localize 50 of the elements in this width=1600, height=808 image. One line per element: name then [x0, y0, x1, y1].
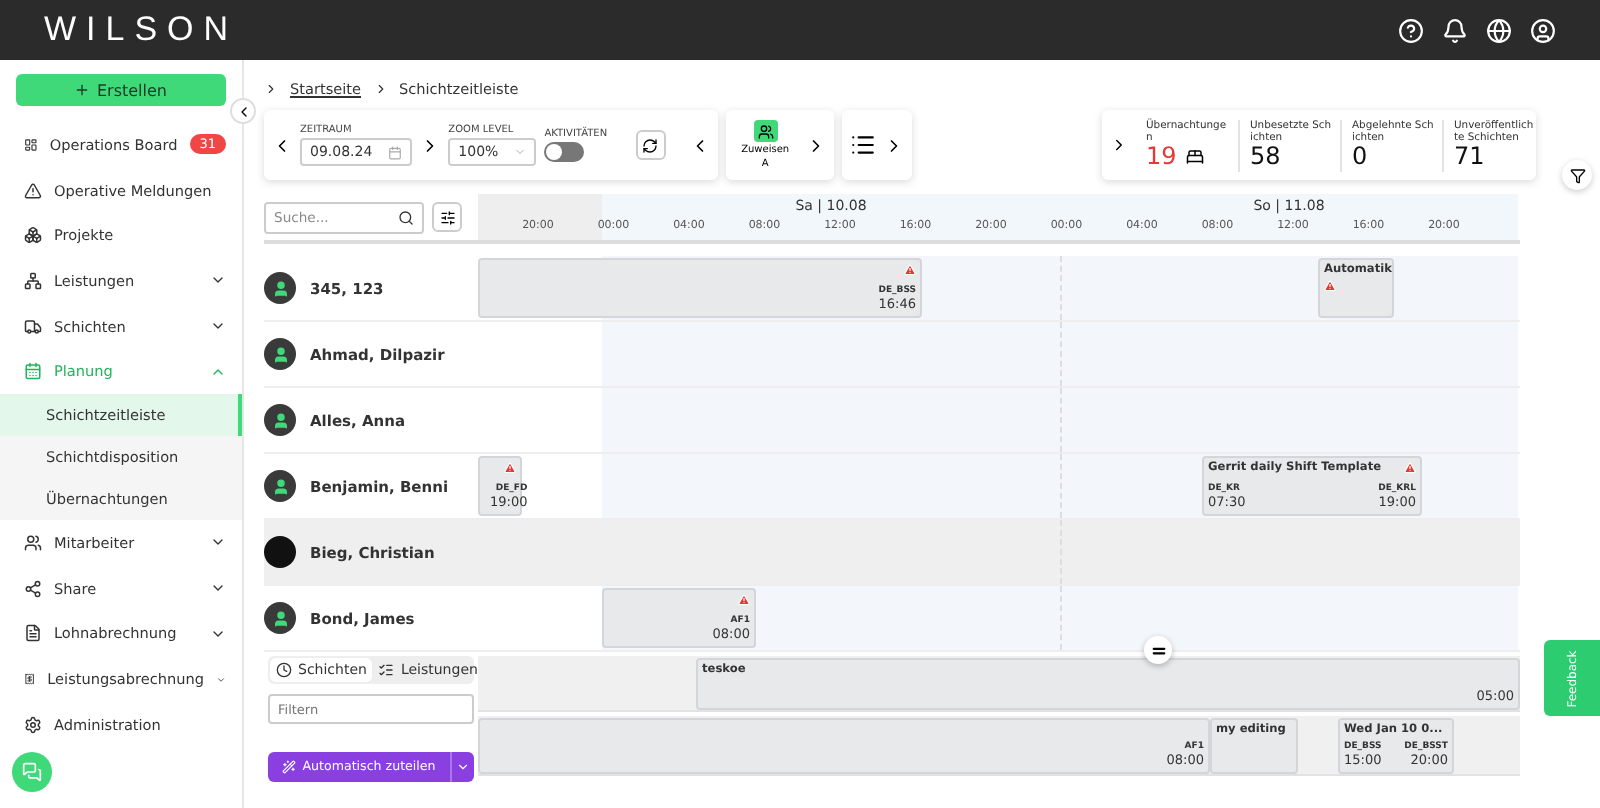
logo: WILSON	[44, 10, 239, 50]
breadcrumb-chevron-icon	[264, 81, 278, 95]
nav-icon	[24, 715, 42, 734]
warning-icon	[1404, 462, 1416, 474]
expand-icon[interactable]	[1110, 136, 1128, 154]
list-icon	[378, 662, 395, 678]
warning-icon	[904, 264, 916, 276]
nav-icon	[24, 271, 42, 290]
stat-value: 19	[1146, 143, 1177, 169]
stat-value: 0	[1352, 143, 1368, 169]
refresh-button[interactable]	[635, 130, 666, 160]
filter-icon	[1569, 167, 1585, 183]
breadcrumb-chevron-icon	[373, 81, 387, 95]
nav-icon	[24, 317, 42, 336]
bed-icon	[1186, 147, 1205, 165]
chat-icon	[22, 762, 42, 782]
user-icon[interactable]	[1530, 17, 1556, 43]
globe-icon[interactable]	[1486, 17, 1512, 43]
caret-icon	[514, 146, 527, 158]
nav-icon	[24, 181, 42, 200]
warning-icon	[738, 594, 750, 606]
nav-icon	[24, 533, 42, 552]
wand-icon	[282, 760, 297, 774]
nav-icon	[24, 226, 42, 245]
nav-icon	[24, 362, 42, 381]
search-icon	[398, 209, 414, 225]
list-icon[interactable]	[849, 132, 876, 158]
nav-icon	[24, 624, 42, 643]
sliders-icon	[439, 209, 455, 225]
filter-button[interactable]	[1562, 160, 1592, 190]
people-icon	[753, 120, 778, 142]
warning-icon	[504, 462, 516, 474]
bell-icon[interactable]	[1442, 17, 1468, 43]
nav-icon	[24, 135, 38, 154]
refresh-icon	[642, 137, 659, 153]
collapse-button[interactable]	[230, 98, 256, 124]
stat-value: 58	[1250, 143, 1281, 169]
dropdown-button[interactable]	[450, 752, 474, 782]
create-button[interactable]: Erstellen	[16, 74, 226, 106]
plus-icon	[74, 82, 91, 98]
nav-icon	[24, 670, 36, 689]
nav-icon	[24, 579, 42, 598]
caret-icon	[456, 760, 470, 774]
activities-toggle[interactable]	[544, 142, 585, 162]
stat-value: 71	[1454, 143, 1485, 169]
settings-button[interactable]	[432, 202, 462, 232]
clock-icon	[276, 662, 292, 678]
calendar-icon	[388, 145, 403, 159]
warning-icon	[1324, 280, 1336, 292]
help-icon[interactable]	[1398, 17, 1424, 43]
